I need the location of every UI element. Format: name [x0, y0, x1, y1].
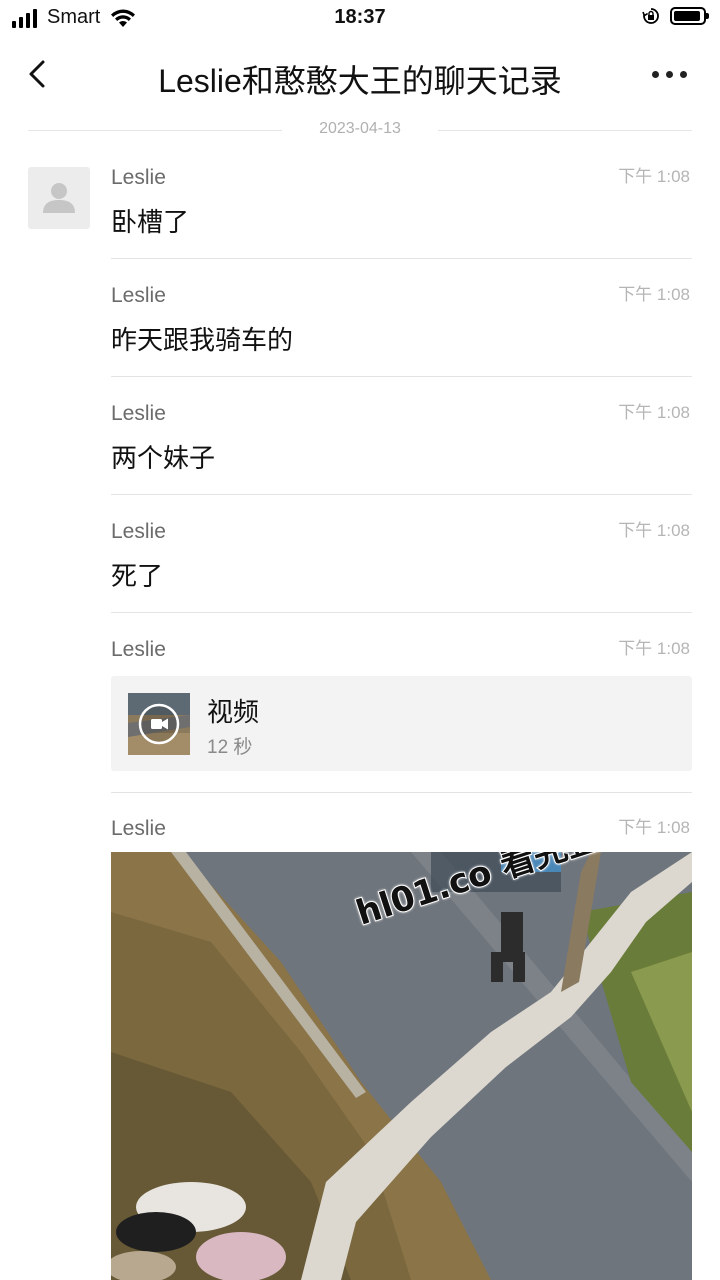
message-time: 下午 1:08 [618, 818, 690, 837]
default-avatar-icon [43, 183, 75, 213]
message-time: 下午 1:08 [618, 403, 690, 422]
video-thumbnail [128, 693, 190, 755]
sender-name: Leslie [111, 817, 166, 840]
dot-icon [680, 70, 687, 78]
message-item: Leslie 下午 1:08 视频 12 秒 [111, 638, 692, 773]
dot-icon [652, 70, 659, 78]
avatar[interactable] [28, 167, 90, 229]
divider [111, 612, 692, 613]
back-button[interactable] [24, 54, 54, 94]
date-divider: 2023-04-13 [28, 120, 692, 142]
sender-name: Leslie [111, 520, 166, 543]
more-options-button[interactable] [652, 64, 692, 84]
video-message-card[interactable]: 视频 12 秒 [111, 676, 692, 771]
status-bar: Smart 18:37 [0, 0, 720, 36]
date-label: 2023-04-13 [319, 120, 401, 137]
message-time: 下午 1:08 [618, 639, 690, 658]
message-item[interactable]: Leslie 下午 1:08 卧槽了 [111, 166, 692, 246]
message-text: 死了 [111, 561, 164, 591]
message-text: 两个妹子 [111, 443, 216, 473]
message-item[interactable]: Leslie 下午 1:08 昨天跟我骑车的 [111, 284, 692, 364]
video-title: 视频 [207, 697, 260, 727]
divider [111, 258, 692, 259]
message-time: 下午 1:08 [618, 521, 690, 540]
page-title: Leslie和憨憨大王的聊天记录 [158, 63, 562, 99]
dot-icon [666, 70, 673, 78]
message-text: 昨天跟我骑车的 [111, 325, 294, 355]
divider [111, 494, 692, 495]
orientation-lock-icon [642, 8, 659, 24]
message-time: 下午 1:08 [618, 285, 690, 304]
divider [111, 376, 692, 377]
sender-name: Leslie [111, 402, 166, 425]
message-time: 下午 1:08 [618, 167, 690, 186]
sender-name: Leslie [111, 284, 166, 307]
sender-name: Leslie [111, 166, 166, 189]
message-item[interactable]: Leslie 下午 1:08 死了 [111, 520, 692, 600]
clock: 18:37 [334, 6, 386, 28]
navigation-bar: Leslie和憨憨大王的聊天记录 [0, 44, 720, 104]
sender-name: Leslie [111, 638, 166, 661]
battery-icon [670, 7, 709, 25]
message-item[interactable]: Leslie 下午 1:08 两个妹子 [111, 402, 692, 482]
message-text: 卧槽了 [111, 207, 190, 237]
divider [111, 792, 692, 793]
image-message[interactable]: hl01.co 看完整版 [111, 852, 692, 1280]
message-item: Leslie 下午 1:08 [111, 817, 692, 847]
video-duration: 12 秒 [207, 737, 253, 758]
